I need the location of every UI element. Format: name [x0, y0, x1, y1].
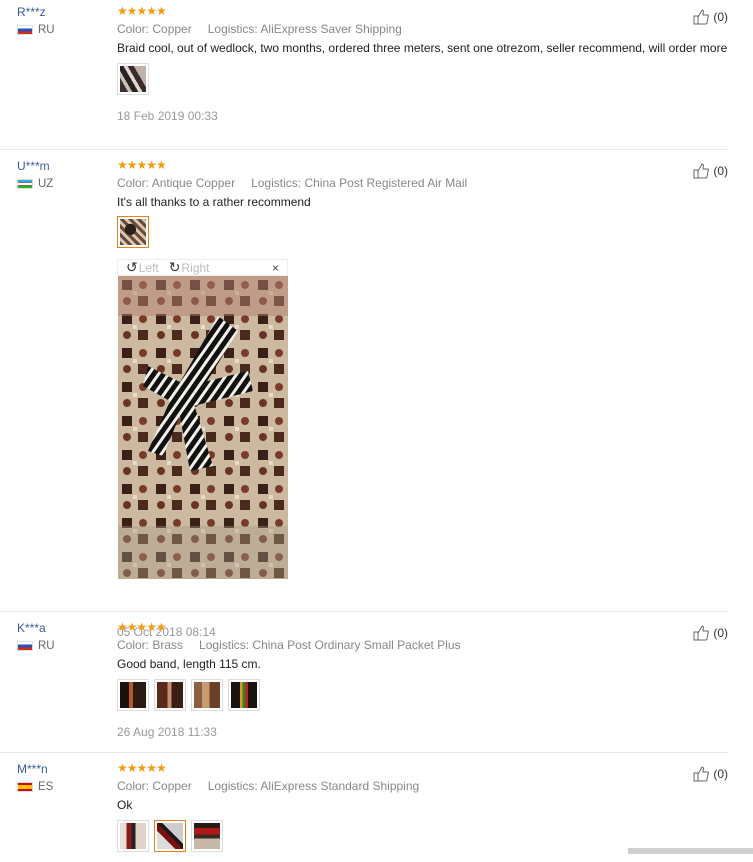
russia-flag-icon [17, 25, 33, 35]
country-code: RU [38, 24, 55, 36]
review-photo-thumb[interactable] [117, 679, 149, 711]
country-code: UZ [38, 178, 54, 190]
country-code: ES [38, 781, 54, 793]
order-info: Color: Brass Logistics: China Post Ordina… [117, 638, 729, 653]
country-code: RU [38, 640, 55, 652]
rotate-right-button[interactable]: ↻ Right [169, 259, 210, 276]
review-text: It's all thanks to a rather recommend [117, 195, 311, 209]
helpful-count: (0) [713, 626, 728, 640]
carpet-ribbon-photo [118, 276, 288, 579]
review-item: K***a RU ★★★★★ Color: Brass Logistics: Ch… [0, 621, 728, 753]
thumbs-up-icon [693, 766, 710, 782]
reviewer-country: ES [17, 781, 53, 793]
helpful-count: (0) [713, 164, 728, 178]
review-body: ★★★★★ Color: Copper Logistics: AliExpress… [117, 762, 729, 852]
review-photos [117, 679, 729, 711]
logistics-value: China Post Ordinary Small Packet Plus [252, 638, 461, 652]
reviewer-info: U***m UZ [17, 159, 53, 190]
reviewer-name[interactable]: U***m [17, 159, 53, 173]
review-photo-thumb-active[interactable] [154, 820, 186, 852]
logistics-value: China Post Registered Air Mail [304, 176, 468, 190]
reviewer-info: K***a RU [17, 621, 55, 652]
rating-stars-icon: ★★★★★ [117, 620, 167, 634]
reviewer-country: RU [17, 24, 55, 36]
helpful-button[interactable]: (0) [693, 163, 728, 179]
review-photo-thumb[interactable] [154, 679, 186, 711]
review-photo-thumb[interactable] [117, 820, 149, 852]
review-date: 18 Feb 2019 00:33 [117, 109, 218, 123]
review-text: Ok [117, 798, 133, 812]
reviewer-name[interactable]: R***z [17, 5, 55, 19]
spain-flag-icon [17, 782, 33, 792]
logistics-value: AliExpress Saver Shipping [260, 22, 402, 36]
thumbs-up-icon [693, 9, 710, 25]
review-photos [117, 216, 729, 248]
helpful-count: (0) [713, 767, 728, 781]
color-value: Antique Copper [151, 176, 236, 190]
review-photo-thumb[interactable] [191, 679, 223, 711]
review-text: Braid cool, out of wedlock, two months, … [117, 41, 728, 55]
review-text: Good band, length 115 cm. [117, 657, 261, 671]
color-label: Color: [117, 638, 150, 652]
review-body: ★★★★★ Color: Copper Logistics: AliExpress… [117, 5, 729, 123]
order-info: Color: Copper Logistics: AliExpress Stand… [117, 779, 729, 794]
color-label: Color: [117, 779, 150, 793]
color-value: Brass [152, 638, 184, 652]
review-photo-thumb[interactable] [117, 63, 149, 95]
rating-stars-icon: ★★★★★ [117, 158, 167, 172]
order-info: Color: Copper Logistics: AliExpress Saver… [117, 22, 729, 37]
thumbs-up-icon [693, 163, 710, 179]
review-photo-thumb[interactable] [191, 820, 223, 852]
logistics-label: Logistics: [207, 22, 258, 36]
uzbekistan-flag-icon [17, 179, 33, 189]
rotate-right-icon: ↻ [168, 259, 181, 275]
rating-stars-icon: ★★★★★ [117, 761, 167, 775]
color-label: Color: [117, 22, 150, 36]
russia-flag-icon [17, 641, 33, 651]
rating-stars-icon: ★★★★★ [117, 4, 167, 18]
reviewer-name[interactable]: M***n [17, 762, 53, 776]
reviewer-country: UZ [17, 178, 53, 190]
review-date: 26 Aug 2018 11:33 [117, 725, 217, 739]
image-viewer-toolbar: ↺ Left ↻ Right × [117, 259, 288, 276]
thumbs-up-icon [693, 625, 710, 641]
review-item: U***m UZ ★★★★★ Color: Antique Copper Logi… [0, 158, 729, 639]
helpful-button[interactable]: (0) [693, 625, 728, 641]
review-photo-thumb[interactable] [228, 679, 260, 711]
color-label: Color: [117, 176, 150, 190]
logistics-label: Logistics: [199, 638, 250, 652]
reviewer-info: M***n ES [17, 762, 53, 793]
reviewer-name[interactable]: K***a [17, 621, 55, 635]
review-body: ★★★★★ Color: Brass Logistics: China Post … [117, 621, 729, 739]
color-value: Copper [152, 22, 192, 36]
reviewer-info: R***z RU [17, 5, 55, 36]
reviewer-country: RU [17, 640, 55, 652]
color-value: Copper [152, 779, 192, 793]
rotate-left-label: Left [138, 260, 159, 275]
review-item: R***z RU ★★★★★ Color: Copper Logistics: A… [0, 5, 728, 150]
enlarged-review-photo[interactable] [118, 276, 288, 579]
close-icon[interactable]: × [272, 261, 279, 275]
rotate-right-label: Right [181, 260, 210, 275]
helpful-button[interactable]: (0) [693, 9, 728, 25]
logistics-value: AliExpress Standard Shipping [260, 779, 420, 793]
review-photo-thumb-active[interactable] [117, 216, 149, 248]
rotate-left-icon: ↺ [126, 259, 138, 275]
logistics-label: Logistics: [207, 779, 258, 793]
rotate-left-button[interactable]: ↺ Left [126, 259, 159, 276]
review-photos [117, 63, 729, 95]
horizontal-scrollbar[interactable] [628, 848, 753, 854]
logistics-label: Logistics: [251, 176, 302, 190]
helpful-button[interactable]: (0) [693, 766, 728, 782]
helpful-count: (0) [713, 10, 728, 24]
review-item: M***n ES ★★★★★ Color: Copper Logistics: A… [0, 762, 728, 862]
order-info: Color: Antique Copper Logistics: China Po… [117, 176, 729, 191]
